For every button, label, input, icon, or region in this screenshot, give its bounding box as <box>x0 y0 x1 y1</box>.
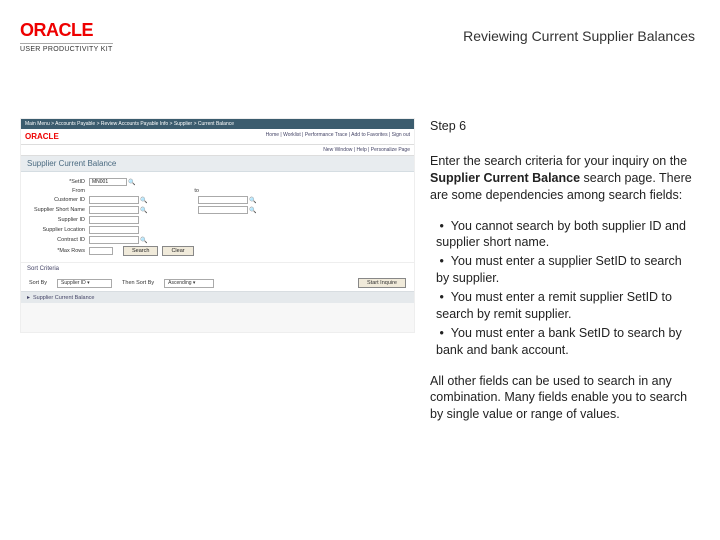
contract-label: Contract ID <box>29 237 89 243</box>
oracle-wordmark: ORACLE <box>20 20 113 41</box>
header-links: Home | Worklist | Performance Trace | Ad… <box>266 132 410 141</box>
page-tools: New Window | Help | Personalize Page <box>21 145 414 156</box>
page-heading: Supplier Current Balance <box>21 156 414 172</box>
app-header: ORACLE Home | Worklist | Performance Tra… <box>21 129 414 145</box>
breadcrumb: Main Menu > Accounts Payable > Review Ac… <box>21 119 414 129</box>
app-screenshot: Main Menu > Accounts Payable > Review Ac… <box>20 118 415 333</box>
maxrows-label: *Max Rows <box>29 248 89 254</box>
upk-logo: ORACLE USER PRODUCTIVITY KIT <box>20 20 113 53</box>
list-item: • You cannot search by both supplier ID … <box>430 218 695 252</box>
customer-to-input[interactable] <box>198 196 248 204</box>
short-label: Supplier Short Name <box>29 207 89 213</box>
from-label: From <box>29 188 89 194</box>
to-label: to <box>189 188 203 194</box>
thensort-label: Then Sort By <box>122 280 154 286</box>
bullet-list: • You cannot search by both supplier ID … <box>430 218 695 359</box>
start-inquire-button[interactable]: Start Inquire <box>358 278 406 288</box>
location-input[interactable] <box>89 226 139 234</box>
supplier-label: Supplier ID <box>29 217 89 223</box>
search-button[interactable]: Search <box>123 246 158 256</box>
customer-label: Customer ID <box>29 197 89 203</box>
results-grid-header: ▸ Supplier Current Balance <box>21 291 414 303</box>
short-input[interactable] <box>89 206 139 214</box>
lookup-icon[interactable]: 🔍 <box>128 178 136 186</box>
chevron-down-icon[interactable]: ▸ <box>27 294 30 301</box>
short-to-input[interactable] <box>198 206 248 214</box>
search-form: *SetID MN001 🔍 From to Customer ID 🔍 🔍 S… <box>21 172 414 262</box>
lookup-icon[interactable]: 🔍 <box>140 236 148 244</box>
closing-paragraph: All other fields can be used to search i… <box>430 373 695 424</box>
location-label: Supplier Location <box>29 227 89 233</box>
setid-label: *SetID <box>29 179 89 185</box>
app-logo: ORACLE <box>25 132 59 141</box>
list-item: • You must enter a supplier SetID to sea… <box>430 253 695 287</box>
document-title: Reviewing Current Supplier Balances <box>463 28 695 44</box>
list-item: • You must enter a remit supplier SetID … <box>430 289 695 323</box>
sortby-label: Sort By <box>29 280 47 286</box>
sort-row: Sort By Supplier ID ▾ Then Sort By Ascen… <box>21 275 414 291</box>
supplier-input[interactable] <box>89 216 139 224</box>
contract-input[interactable] <box>89 236 139 244</box>
setid-input[interactable]: MN001 <box>89 178 127 186</box>
lookup-icon[interactable]: 🔍 <box>249 196 257 204</box>
step-number: Step 6 <box>430 118 695 135</box>
sortby-select[interactable]: Supplier ID ▾ <box>57 279 112 288</box>
instruction-panel: Step 6 Enter the search criteria for you… <box>430 118 695 437</box>
logo-subtitle: USER PRODUCTIVITY KIT <box>20 43 113 53</box>
lookup-icon[interactable]: 🔍 <box>140 196 148 204</box>
intro-paragraph: Enter the search criteria for your inqui… <box>430 153 695 204</box>
customer-input[interactable] <box>89 196 139 204</box>
clear-button[interactable]: Clear <box>162 246 193 256</box>
sort-section-label: Sort Criteria <box>21 262 414 275</box>
lookup-icon[interactable]: 🔍 <box>140 206 148 214</box>
list-item: • You must enter a bank SetID to search … <box>430 325 695 359</box>
grid-title: Supplier Current Balance <box>33 295 94 301</box>
lookup-icon[interactable]: 🔍 <box>249 206 257 214</box>
thensort-select[interactable]: Ascending ▾ <box>164 279 214 288</box>
maxrows-input[interactable] <box>89 247 113 255</box>
